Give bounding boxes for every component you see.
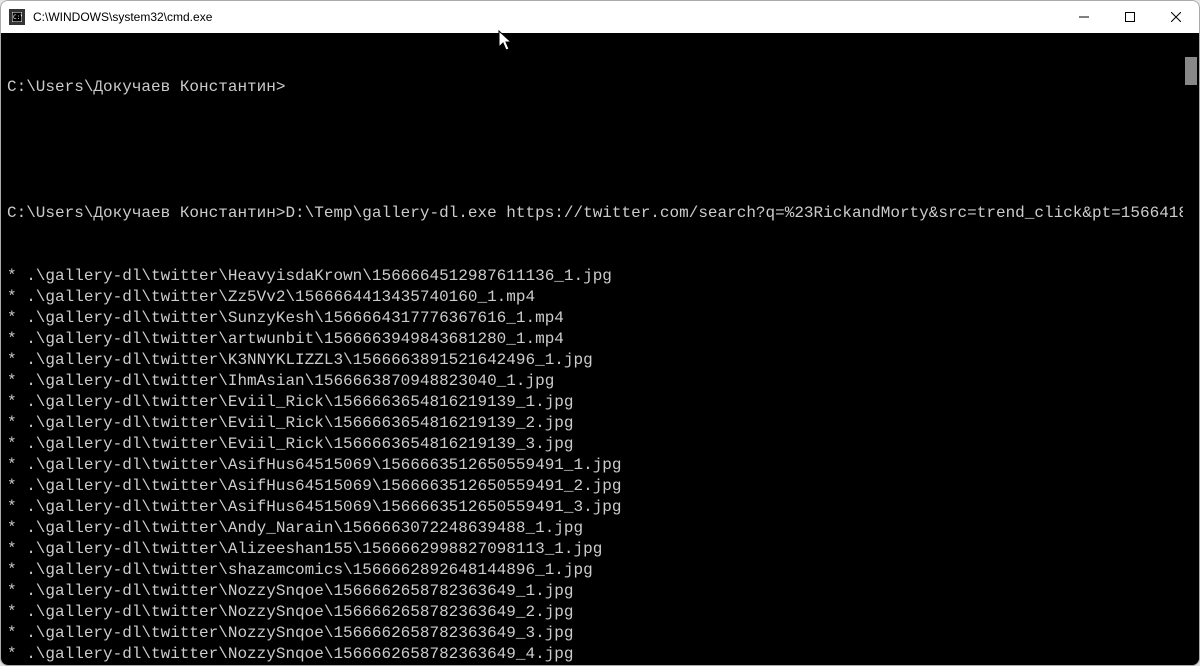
output-line: * .\gallery-dl\twitter\Eviil_Rick\156666… <box>7 434 1193 455</box>
output-line: * .\gallery-dl\twitter\Eviil_Rick\156666… <box>7 413 1193 434</box>
terminal-output: C:\Users\Докучаев Константин> C:\Users\Д… <box>1 33 1199 665</box>
minimize-button[interactable] <box>1061 1 1107 33</box>
maximize-button[interactable] <box>1107 1 1153 33</box>
output-line: * .\gallery-dl\twitter\shazamcomics\1566… <box>7 560 1193 581</box>
output-line: * .\gallery-dl\twitter\NozzySnqoe\156666… <box>7 644 1193 665</box>
output-line: * .\gallery-dl\twitter\Zz5Vv2\1566664413… <box>7 287 1193 308</box>
command-line: C:\Users\Докучаев Константин>D:\Temp\gal… <box>7 203 1193 224</box>
output-line: * .\gallery-dl\twitter\IhmAsian\15666638… <box>7 371 1193 392</box>
output-line: * .\gallery-dl\twitter\artwunbit\1566663… <box>7 329 1193 350</box>
vertical-scrollbar[interactable] <box>1183 33 1199 665</box>
titlebar[interactable]: C:\ C:\WINDOWS\system32\cmd.exe <box>1 1 1199 33</box>
prompt-line: C:\Users\Докучаев Константин> <box>7 77 1193 98</box>
scrollbar-thumb[interactable] <box>1185 57 1197 85</box>
cmd-icon: C:\ <box>9 9 25 25</box>
output-line: * .\gallery-dl\twitter\Andy_Narain\15666… <box>7 518 1193 539</box>
output-line: * .\gallery-dl\twitter\AsifHus64515069\1… <box>7 455 1193 476</box>
output-lines: * .\gallery-dl\twitter\HeavyisdaKrown\15… <box>7 266 1193 665</box>
output-line: * .\gallery-dl\twitter\NozzySnqoe\156666… <box>7 623 1193 644</box>
output-line: * .\gallery-dl\twitter\AsifHus64515069\1… <box>7 497 1193 518</box>
window-title: C:\WINDOWS\system32\cmd.exe <box>33 10 212 24</box>
blank-line <box>7 140 1193 161</box>
output-line: * .\gallery-dl\twitter\NozzySnqoe\156666… <box>7 602 1193 623</box>
terminal-area[interactable]: C:\Users\Докучаев Константин> C:\Users\Д… <box>1 33 1199 665</box>
output-line: * .\gallery-dl\twitter\SunzyKesh\1566664… <box>7 308 1193 329</box>
output-line: * .\gallery-dl\twitter\K3NNYKLIZZL3\1566… <box>7 350 1193 371</box>
output-line: * .\gallery-dl\twitter\HeavyisdaKrown\15… <box>7 266 1193 287</box>
output-line: * .\gallery-dl\twitter\Eviil_Rick\156666… <box>7 392 1193 413</box>
close-button[interactable] <box>1153 1 1199 33</box>
output-line: * .\gallery-dl\twitter\AsifHus64515069\1… <box>7 476 1193 497</box>
output-line: * .\gallery-dl\twitter\Alizeeshan155\156… <box>7 539 1193 560</box>
svg-text:C:\: C:\ <box>13 14 22 21</box>
output-line: * .\gallery-dl\twitter\NozzySnqoe\156666… <box>7 581 1193 602</box>
cmd-window: C:\ C:\WINDOWS\system32\cmd.exe C:\Users… <box>0 0 1200 666</box>
